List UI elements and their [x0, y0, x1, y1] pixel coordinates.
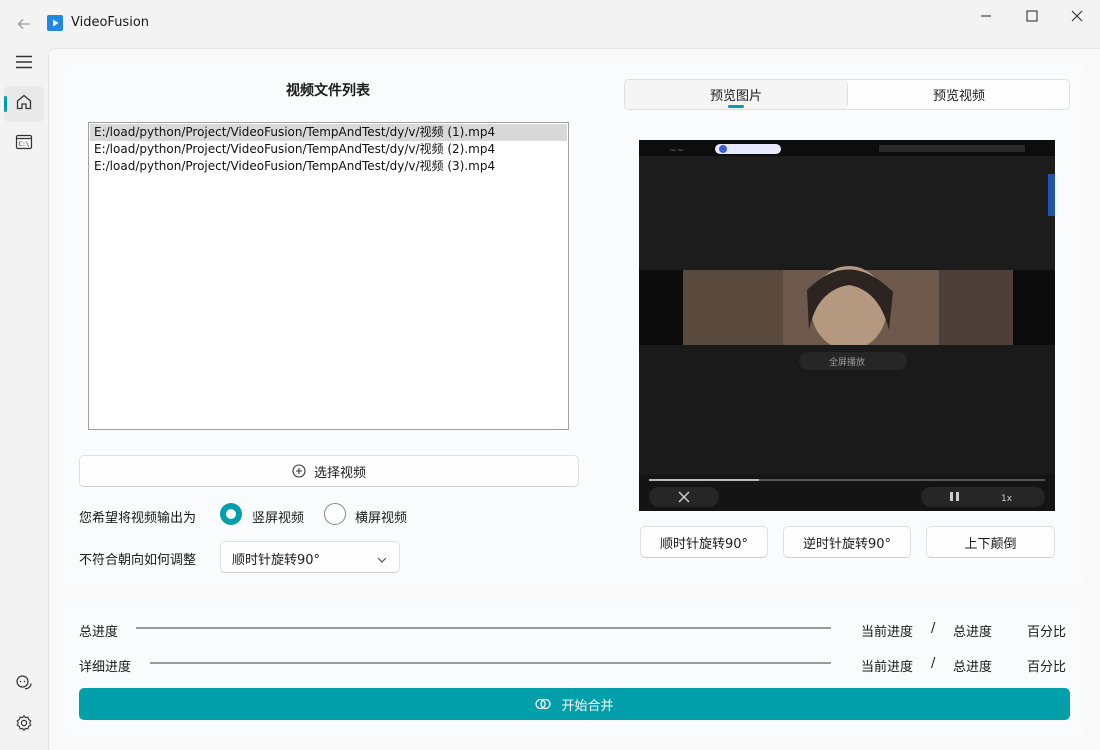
total-separator: /	[931, 621, 936, 636]
console-icon: C:\	[15, 133, 33, 155]
title-bar: VideoFusion	[0, 0, 1100, 48]
video-file-list[interactable]: E:/load/python/Project/VideoFusion/TempA…	[88, 122, 569, 430]
adjust-dropdown[interactable]: 顺时针旋转90°	[220, 541, 400, 573]
flip-vertical-label: 上下颠倒	[964, 536, 1017, 552]
detail-overall-label: 总进度	[953, 660, 993, 675]
tab-preview-video[interactable]: 预览视频	[848, 80, 1070, 109]
rotate-counterclockwise-button[interactable]: 逆时针旋转90°	[783, 526, 911, 558]
rotate-clockwise-button[interactable]: 顺时针旋转90°	[640, 526, 768, 558]
maximize-button[interactable]	[1009, 0, 1055, 32]
radio-landscape-label[interactable]: 横屏视频	[355, 507, 407, 526]
radio-landscape[interactable]	[324, 503, 346, 525]
preview-tabs: 预览图片 预览视频	[624, 79, 1070, 110]
rotate-clockwise-label: 顺时针旋转90°	[659, 536, 749, 552]
tab-preview-image-label: 预览图片	[709, 89, 762, 104]
tab-preview-image[interactable]: 预览图片	[625, 80, 847, 109]
add-circle-icon	[292, 464, 306, 478]
chat-icon	[15, 674, 33, 696]
nav-item-feedback[interactable]	[4, 667, 44, 703]
file-list-item[interactable]: E:/load/python/Project/VideoFusion/TempA…	[90, 158, 567, 175]
hamburger-icon	[15, 55, 33, 73]
speed-indicator: 1x	[1001, 494, 1013, 504]
merge-icon	[535, 698, 552, 710]
close-button[interactable]	[1054, 0, 1100, 32]
app-title: VideoFusion	[71, 15, 150, 30]
tab-active-indicator	[728, 105, 744, 108]
file-list-title: 视频文件列表	[286, 83, 370, 99]
menu-toggle[interactable]	[4, 46, 44, 82]
svg-text:C:\: C:\	[19, 141, 30, 148]
total-overall-label: 总进度	[953, 625, 993, 640]
orientation-label: 您希望将视频输出为	[79, 511, 197, 526]
detail-percent-label: 百分比	[1027, 660, 1067, 675]
total-current-label: 当前进度	[861, 625, 914, 640]
nav-active-indicator	[4, 96, 7, 112]
minimize-button[interactable]	[963, 0, 1009, 32]
svg-text:~~: ~~	[669, 146, 684, 156]
flip-vertical-button[interactable]: 上下颠倒	[926, 526, 1055, 558]
nav-item-home[interactable]	[4, 86, 44, 122]
total-progress-bar	[136, 627, 831, 629]
nav-item-settings[interactable]	[4, 707, 44, 743]
detail-current-label: 当前进度	[861, 660, 914, 675]
gear-icon	[15, 714, 33, 736]
file-list-item[interactable]: E:/load/python/Project/VideoFusion/TempA…	[90, 124, 567, 141]
preview-image: ~~ 全屏播放 1x	[639, 140, 1055, 511]
start-merge-label: 开始合并	[561, 698, 614, 714]
radio-portrait-label[interactable]: 竖屏视频	[252, 507, 304, 526]
back-arrow-icon[interactable]	[12, 12, 36, 36]
file-list-item[interactable]: E:/load/python/Project/VideoFusion/TempA…	[90, 141, 567, 158]
radio-portrait[interactable]	[220, 503, 242, 525]
detail-progress-label: 详细进度	[79, 660, 132, 675]
tab-preview-video-label: 预览视频	[932, 89, 985, 104]
detail-progress-bar	[150, 662, 831, 664]
app-logo-icon	[47, 15, 63, 31]
start-merge-button[interactable]: 开始合并	[79, 688, 1070, 720]
home-icon	[15, 93, 33, 115]
adjust-label: 不符合朝向如何调整	[79, 553, 197, 568]
rotate-counterclockwise-label: 逆时针旋转90°	[802, 536, 892, 552]
chevron-down-icon	[377, 553, 387, 568]
nav-item-console[interactable]: C:\	[4, 126, 44, 162]
total-progress-label: 总进度	[79, 625, 119, 640]
fullscreen-caption: 全屏播放	[829, 356, 865, 368]
total-percent-label: 百分比	[1027, 625, 1067, 640]
detail-separator: /	[931, 656, 936, 671]
adjust-dropdown-value: 顺时针旋转90°	[232, 553, 321, 568]
select-video-label: 选择视频	[313, 465, 366, 481]
select-video-button[interactable]: 选择视频	[79, 455, 579, 487]
